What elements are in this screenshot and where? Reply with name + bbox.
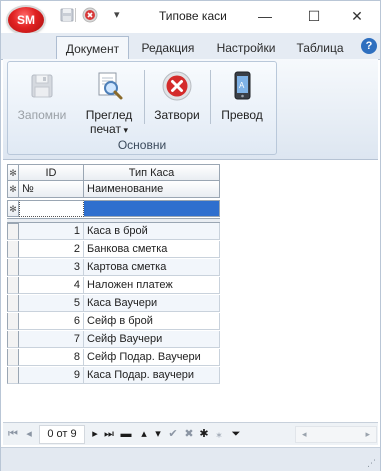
cell-id[interactable]: 1: [19, 223, 84, 240]
cell-name[interactable]: Картова сметка: [84, 259, 220, 276]
print-preview-icon: [98, 72, 123, 100]
app-menu-button[interactable]: SM: [8, 7, 44, 33]
column-header-number[interactable]: №: [19, 181, 84, 198]
status-bar: ⋰: [1, 447, 380, 471]
application-window: SM ▾ Типове каси — ☐ ✕ Документ Редакция…: [0, 0, 381, 471]
refresh-icon[interactable]: ✱: [198, 423, 210, 445]
column-header-cash-type[interactable]: Тип Каса: [84, 164, 220, 181]
cell-id[interactable]: 6: [19, 313, 84, 330]
first-record-icon[interactable]: ⏮: [7, 423, 19, 445]
cancel-edit-icon[interactable]: ✖: [182, 423, 196, 445]
move-up-icon[interactable]: ▴: [138, 423, 150, 445]
tab-document[interactable]: Документ: [56, 36, 129, 61]
cell-name[interactable]: Сейф Ваучери: [84, 331, 220, 348]
delete-record-icon[interactable]: ▬: [119, 423, 133, 445]
post-edit-icon[interactable]: ✔: [166, 423, 180, 445]
last-record-icon[interactable]: ⏭: [102, 423, 116, 445]
filter-cell-id[interactable]: [19, 200, 84, 217]
previous-record-icon[interactable]: ◂: [23, 423, 35, 445]
column-header-name[interactable]: Наименование: [84, 181, 220, 198]
ribbon-tab-strip: Документ Редакция Настройки Таблица: [1, 33, 380, 61]
new-row-icon[interactable]: ✻: [7, 200, 19, 217]
minimize-button[interactable]: —: [242, 1, 288, 31]
save-button[interactable]: Запомни: [12, 66, 72, 136]
bookmark-icon[interactable]: ⁎: [212, 423, 226, 445]
quick-save-icon[interactable]: [59, 7, 75, 23]
print-preview-dropdown-icon[interactable]: ▾: [121, 125, 128, 135]
floppy-disk-icon: [31, 74, 53, 98]
cell-id[interactable]: 5: [19, 295, 84, 312]
horizontal-scrollbar[interactable]: ◂ ▸: [295, 426, 377, 443]
ribbon-separator: [210, 70, 211, 124]
cell-id[interactable]: 7: [19, 331, 84, 348]
cell-name[interactable]: Банкова сметка: [84, 241, 220, 258]
ribbon-group-basic: Запомни Преглед печат ▾ ▾: [7, 61, 277, 155]
close-document-label: Затвори: [154, 108, 200, 122]
print-preview-label: Преглед печат ▾: [85, 108, 133, 136]
column-header-id[interactable]: ID: [19, 164, 84, 181]
cell-id[interactable]: 2: [19, 241, 84, 258]
row-selector[interactable]: [7, 313, 19, 330]
save-label: Запомни: [17, 108, 67, 122]
print-preview-button[interactable]: Преглед печат ▾ ▾: [78, 66, 140, 136]
title-bar: SM ▾ Типове каси — ☐ ✕: [1, 1, 380, 33]
select-all-icon[interactable]: ✻: [7, 164, 19, 181]
close-button[interactable]: ✕: [334, 1, 380, 31]
cell-id[interactable]: 4: [19, 277, 84, 294]
scroll-right-icon[interactable]: ▸: [365, 427, 370, 442]
cell-id[interactable]: 9: [19, 367, 84, 384]
tab-edit[interactable]: Редакция: [135, 37, 201, 59]
row-selector[interactable]: [7, 223, 19, 240]
tab-table[interactable]: Таблица: [289, 37, 351, 59]
qat-customize-dropdown[interactable]: ▾: [114, 8, 120, 21]
ribbon-group-label: Основни: [117, 138, 167, 152]
qat-separator: [75, 8, 76, 22]
close-circle-icon: [162, 71, 192, 101]
svg-text:A: A: [239, 81, 245, 90]
close-document-button[interactable]: Затвори: [148, 66, 206, 136]
window-title: Типове каси: [159, 9, 227, 23]
row-selector-icon[interactable]: ✻: [7, 181, 19, 198]
translate-label: Превод: [221, 108, 263, 122]
filter-cell-name[interactable]: [84, 200, 220, 217]
record-position[interactable]: 0 от 9: [39, 425, 85, 444]
move-down-icon[interactable]: ▾: [152, 423, 164, 445]
maximize-button[interactable]: ☐: [291, 1, 337, 31]
resize-grip-icon[interactable]: ⋰: [367, 458, 377, 468]
cell-name[interactable]: Наложен платеж: [84, 277, 220, 294]
row-selector[interactable]: [7, 349, 19, 366]
scroll-left-icon[interactable]: ◂: [302, 427, 307, 442]
cell-name[interactable]: Каса Подар. ваучери: [84, 367, 220, 384]
row-selector[interactable]: [7, 241, 19, 258]
ribbon-panel: Запомни Преглед печат ▾ ▾: [3, 59, 378, 160]
translate-button[interactable]: A Превод: [214, 66, 270, 136]
cell-name[interactable]: Сейф в брой: [84, 313, 220, 330]
cell-name[interactable]: Каса Ваучери: [84, 295, 220, 312]
record-navigator: ⏮ ◂ 0 от 9 ▸ ⏭ ▬ ▴ ▾ ✔ ✖ ✱ ⁎ ⏷ ◂ ▸: [3, 422, 378, 445]
translate-phone-icon: A: [234, 71, 251, 100]
quick-close-icon[interactable]: [82, 7, 98, 23]
cell-name[interactable]: Сейф Подар. Ваучери: [84, 349, 220, 366]
filter-icon[interactable]: ⏷: [230, 423, 242, 445]
grid-area: ✻ ID Тип Каса ✻ № Наименование ✻ 1 Каса …: [3, 161, 378, 419]
cell-id[interactable]: 8: [19, 349, 84, 366]
row-selector[interactable]: [7, 295, 19, 312]
row-selector[interactable]: [7, 277, 19, 294]
ribbon-separator: [144, 70, 145, 124]
cell-name[interactable]: Каса в брой: [84, 223, 220, 240]
tab-settings[interactable]: Настройки: [209, 37, 283, 59]
next-record-icon[interactable]: ▸: [89, 423, 101, 445]
help-icon[interactable]: ?: [361, 38, 377, 54]
row-selector[interactable]: [7, 259, 19, 276]
cell-id[interactable]: 3: [19, 259, 84, 276]
row-selector[interactable]: [7, 331, 19, 348]
row-selector[interactable]: [7, 367, 19, 384]
